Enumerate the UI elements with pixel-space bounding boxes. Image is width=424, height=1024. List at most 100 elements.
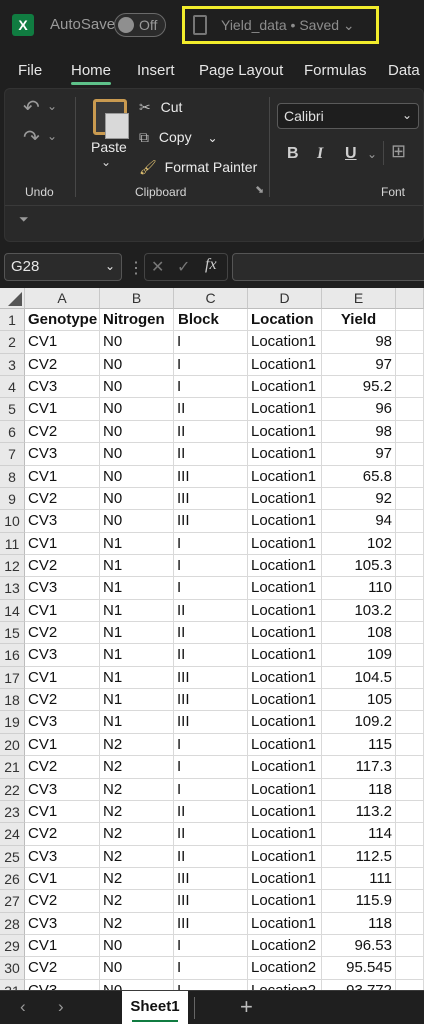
cell-block[interactable]: III (174, 487, 248, 511)
column-header-b[interactable]: B (100, 288, 174, 309)
cell-empty[interactable] (396, 957, 424, 980)
undo-icon[interactable]: ↶ (23, 95, 40, 120)
cell-location[interactable]: Location1 (248, 890, 322, 913)
redo-icon[interactable]: ↷ (23, 125, 40, 150)
row-number[interactable]: 17 (0, 666, 25, 690)
column-header-a[interactable]: A (25, 288, 100, 309)
cell-genotype[interactable]: CV3 (25, 644, 100, 667)
cell-location[interactable]: Location1 (248, 644, 322, 667)
cell-block[interactable]: II (174, 599, 248, 623)
cell-nitrogen[interactable]: N1 (100, 577, 174, 600)
cell-block[interactable]: II (174, 644, 248, 667)
cell-yield[interactable]: 96 (322, 398, 396, 421)
cell-yield[interactable]: 117.3 (322, 756, 396, 779)
cell-yield[interactable]: 108 (322, 622, 396, 645)
font-name-select[interactable]: Calibri ⌄ (277, 103, 419, 129)
cell-empty[interactable] (396, 733, 424, 757)
cell-block[interactable]: I (174, 756, 248, 779)
row-number[interactable]: 18 (0, 689, 25, 712)
cell-nitrogen[interactable]: N1 (100, 689, 174, 712)
more-options-icon[interactable]: ⋮ (128, 258, 144, 278)
cell-location[interactable]: Location1 (248, 756, 322, 779)
cell-yield[interactable]: 105.3 (322, 554, 396, 578)
row-number[interactable]: 30 (0, 957, 25, 980)
cell-genotype[interactable]: CV1 (25, 733, 100, 757)
row-number[interactable]: 1 (0, 309, 25, 332)
cell-nitrogen[interactable]: N1 (100, 666, 174, 690)
cell-empty[interactable] (396, 465, 424, 488)
row-number[interactable]: 13 (0, 577, 25, 600)
cell-nitrogen[interactable]: N2 (100, 778, 174, 801)
row-number[interactable]: 20 (0, 733, 25, 757)
cell-nitrogen[interactable]: N0 (100, 376, 174, 399)
cell-block[interactable]: I (174, 353, 248, 377)
cell-empty[interactable] (396, 711, 424, 734)
cell-yield[interactable]: 118 (322, 912, 396, 936)
cell-genotype[interactable]: CV2 (25, 487, 100, 511)
autosave-toggle[interactable]: Off (114, 13, 166, 37)
cell-genotype[interactable]: CV3 (25, 510, 100, 533)
cell-genotype[interactable]: CV3 (25, 845, 100, 868)
cell-nitrogen[interactable]: N0 (100, 420, 174, 444)
cell-empty[interactable] (396, 420, 424, 444)
cell-genotype[interactable]: CV2 (25, 823, 100, 846)
cell-nitrogen[interactable]: N2 (100, 868, 174, 891)
row-number[interactable]: 2 (0, 331, 25, 354)
cell-location[interactable]: Location1 (248, 376, 322, 399)
row-number[interactable]: 22 (0, 778, 25, 801)
cell-empty[interactable] (396, 554, 424, 578)
cell-block[interactable]: Block (174, 309, 248, 332)
cell-yield[interactable]: 97 (322, 353, 396, 377)
tab-data[interactable]: Data (388, 62, 420, 79)
cell-yield[interactable]: 96.53 (322, 935, 396, 958)
row-number[interactable]: 7 (0, 443, 25, 466)
cell-genotype[interactable]: CV3 (25, 912, 100, 936)
cell-empty[interactable] (396, 666, 424, 690)
cell-yield[interactable]: 65.8 (322, 465, 396, 488)
cell-genotype[interactable]: CV2 (25, 353, 100, 377)
cell-nitrogen[interactable]: N2 (100, 845, 174, 868)
cell-yield[interactable]: 92 (322, 487, 396, 511)
cell-empty[interactable] (396, 353, 424, 377)
cell-location[interactable]: Location1 (248, 868, 322, 891)
cell-genotype[interactable]: CV2 (25, 622, 100, 645)
cell-nitrogen[interactable]: N0 (100, 331, 174, 354)
cell-block[interactable]: I (174, 331, 248, 354)
cell-block[interactable]: III (174, 868, 248, 891)
cell-nitrogen[interactable]: N0 (100, 443, 174, 466)
cell-empty[interactable] (396, 868, 424, 891)
redo-dropdown-icon[interactable]: ⌄ (47, 129, 57, 143)
row-number[interactable]: 5 (0, 398, 25, 421)
tab-file[interactable]: File (18, 62, 42, 79)
cell-genotype[interactable]: CV1 (25, 532, 100, 555)
cell-location[interactable]: Location1 (248, 912, 322, 936)
cell-location[interactable]: Location1 (248, 733, 322, 757)
cell-nitrogen[interactable]: N1 (100, 644, 174, 667)
cell-yield[interactable]: 110 (322, 577, 396, 600)
cell-yield[interactable]: 113.2 (322, 800, 396, 824)
cell-block[interactable]: I (174, 733, 248, 757)
cell-location[interactable]: Location1 (248, 622, 322, 645)
bold-button[interactable]: B (287, 145, 299, 163)
cell-block[interactable]: II (174, 443, 248, 466)
cell-yield[interactable]: 102 (322, 532, 396, 555)
formula-input[interactable] (232, 253, 424, 281)
cell-empty[interactable] (396, 778, 424, 801)
row-number[interactable]: 19 (0, 711, 25, 734)
row-number[interactable]: 26 (0, 868, 25, 891)
cell-genotype[interactable]: CV1 (25, 868, 100, 891)
cell-yield[interactable]: Yield (322, 309, 396, 332)
cell-block[interactable]: I (174, 979, 248, 990)
cell-block[interactable]: II (174, 622, 248, 645)
select-all-corner[interactable] (0, 288, 25, 309)
undo-dropdown-icon[interactable]: ⌄ (47, 99, 57, 113)
cell-empty[interactable] (396, 689, 424, 712)
clipboard-launcher-icon[interactable]: ⬊ (255, 183, 264, 196)
cell-location[interactable]: Location1 (248, 577, 322, 600)
cell-nitrogen[interactable]: N1 (100, 622, 174, 645)
cell-yield[interactable]: 98 (322, 420, 396, 444)
cell-genotype[interactable]: CV1 (25, 935, 100, 958)
cell-location[interactable]: Location1 (248, 778, 322, 801)
cell-block[interactable]: I (174, 935, 248, 958)
add-sheet-button[interactable]: + (240, 994, 253, 1020)
